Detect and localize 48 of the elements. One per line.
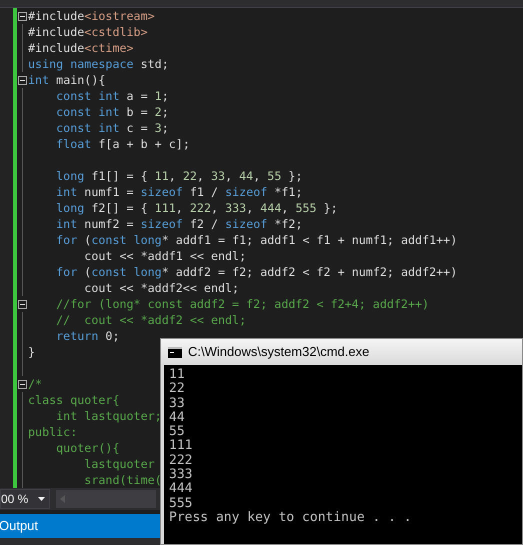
code-line: cout << *addf1 << endl; (83, 248, 246, 264)
console-icon (168, 346, 182, 358)
console-line: 11 (169, 368, 185, 382)
code-line: int numf2 = sizeof f2 / sizeof *f2; (55, 216, 302, 232)
code-line: for (const long* addf2 = f2; addf2 < f2 + numf2; addf2++) (55, 264, 458, 280)
console-line: 111 (169, 439, 192, 454)
console-line: 33 (169, 396, 185, 411)
code-line: return 0; (55, 328, 120, 344)
code-line: /* (28, 376, 42, 392)
zoom-dropdown[interactable]: 00 % (0, 489, 50, 509)
code-line: int lastquoter; (55, 408, 162, 424)
console-line: 333 (169, 468, 192, 482)
code-line: #include<ctime> (28, 40, 134, 56)
console-line: 55 (169, 425, 185, 440)
code-line: lastquoter (83, 456, 155, 472)
code-line: int numf1 = sizeof f1 / sizeof *f1; (55, 184, 302, 200)
code-line: cout << *addf2<< endl; (83, 280, 240, 296)
collapse-icon[interactable] (18, 380, 27, 388)
code-line: long f2[] = { 111, 222, 333, 444, 555 }; (55, 200, 338, 216)
console-line: 555 (169, 496, 192, 511)
code-line: float f[a + b + c]; (55, 136, 190, 152)
collapse-icon[interactable] (18, 76, 27, 84)
console-line: 444 (169, 482, 192, 497)
code-line: #include<cstdlib> (28, 24, 148, 40)
console-line: Press any key to continue . . . (169, 510, 412, 526)
code-line: } (28, 344, 36, 360)
console-line: 22 (169, 382, 185, 397)
code-line: const int c = 3; (55, 120, 169, 136)
horizontal-scrollbar[interactable] (56, 490, 156, 508)
code-line: // cout << *addf2 << endl; (55, 312, 246, 328)
code-line: const int b = 2; (55, 104, 169, 120)
code-line: quoter(){ (55, 440, 120, 456)
code-line: class quoter{ (28, 392, 120, 408)
caret-icon (38, 497, 45, 501)
collapse-icon[interactable] (18, 300, 27, 308)
code-line: long f1[] = { 11, 22, 33, 44, 55 }; (55, 168, 302, 184)
code-line: srand(time( (83, 472, 162, 488)
code-line: for (const long* addf1 = f1; addf1 < f1 + numf1; addf1++) (55, 232, 458, 248)
collapse-icon[interactable] (18, 12, 27, 20)
code-line: #include<iostream> (28, 8, 155, 24)
code-line: using namespace std; (28, 56, 169, 72)
code-line: const int a = 1; (55, 88, 169, 104)
window-title: C:\Windows\system32\cmd.exe (188, 343, 370, 362)
console-line: 222 (169, 454, 192, 468)
console-line: 44 (169, 410, 185, 426)
code-line: int main(){ (28, 72, 106, 88)
code-line: public: (28, 424, 78, 440)
code-line: //for (long* const addf2 = f2; addf2 < f2+4; addf2++) (55, 296, 430, 312)
